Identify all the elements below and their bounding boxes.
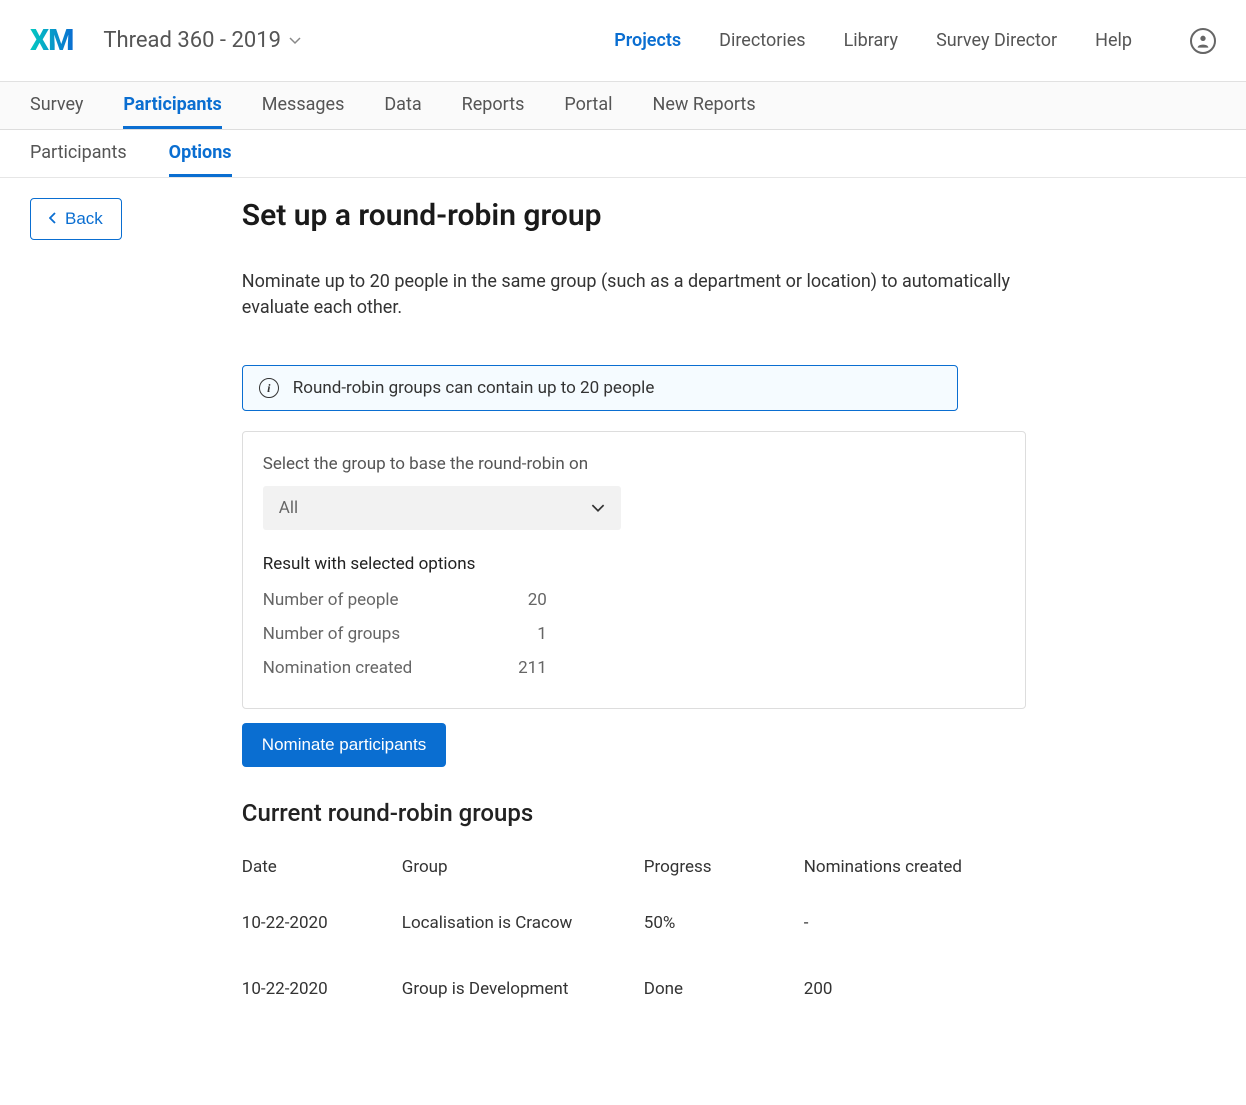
subtab-participants[interactable]: Participants bbox=[30, 130, 127, 177]
result-row-nominations: Nomination created 211 bbox=[263, 658, 1005, 678]
tab-participants[interactable]: Participants bbox=[123, 82, 221, 129]
nav-library[interactable]: Library bbox=[844, 30, 899, 51]
tab-messages[interactable]: Messages bbox=[262, 82, 345, 129]
cell-nominations: - bbox=[804, 913, 1004, 933]
main-panel: Set up a round-robin group Nominate up t… bbox=[242, 198, 1032, 1045]
info-banner: i Round-robin groups can contain up to 2… bbox=[242, 365, 958, 411]
table-row: 10-22-2020 Localisation is Cracow 50% - bbox=[242, 913, 1026, 933]
col-group: Group bbox=[402, 857, 644, 877]
project-switcher[interactable]: Thread 360 - 2019 bbox=[103, 28, 301, 53]
col-progress: Progress bbox=[644, 857, 804, 877]
content-area: Back Set up a round-robin group Nominate… bbox=[0, 178, 1246, 1105]
tab-portal[interactable]: Portal bbox=[564, 82, 612, 129]
cell-date: 10-22-2020 bbox=[242, 979, 402, 999]
cell-progress: 50% bbox=[644, 913, 804, 933]
project-name: Thread 360 - 2019 bbox=[103, 28, 281, 53]
top-nav: Projects Directories Library Survey Dire… bbox=[614, 28, 1216, 54]
cell-date: 10-22-2020 bbox=[242, 913, 402, 933]
tab-survey[interactable]: Survey bbox=[30, 82, 83, 129]
result-people-label: Number of people bbox=[263, 590, 513, 610]
current-groups-title: Current round-robin groups bbox=[242, 799, 1032, 827]
nav-survey-director[interactable]: Survey Director bbox=[936, 30, 1057, 51]
result-row-people: Number of people 20 bbox=[263, 590, 1005, 610]
cell-progress: Done bbox=[644, 979, 804, 999]
table-header: Date Group Progress Nominations created bbox=[242, 857, 1026, 877]
nav-projects[interactable]: Projects bbox=[614, 30, 681, 51]
nav-help[interactable]: Help bbox=[1095, 30, 1132, 51]
result-nominations-value: 211 bbox=[513, 658, 547, 678]
primary-tabs: Survey Participants Messages Data Report… bbox=[0, 82, 1246, 130]
select-label: Select the group to base the round-robin… bbox=[263, 454, 1005, 474]
result-groups-value: 1 bbox=[513, 624, 547, 644]
cell-group: Group is Development bbox=[402, 979, 644, 999]
logo: XM bbox=[30, 23, 73, 58]
nominate-button[interactable]: Nominate participants bbox=[242, 723, 446, 767]
result-row-groups: Number of groups 1 bbox=[263, 624, 1005, 644]
cell-group: Localisation is Cracow bbox=[402, 913, 644, 933]
chevron-left-icon bbox=[49, 212, 57, 227]
tab-new-reports[interactable]: New Reports bbox=[653, 82, 756, 129]
col-date: Date bbox=[242, 857, 402, 877]
tab-data[interactable]: Data bbox=[384, 82, 421, 129]
user-avatar-icon[interactable] bbox=[1190, 28, 1216, 54]
result-nominations-label: Nomination created bbox=[263, 658, 513, 678]
groups-table: Date Group Progress Nominations created … bbox=[242, 857, 1026, 999]
back-label: Back bbox=[65, 209, 103, 229]
chevron-down-icon bbox=[289, 33, 301, 49]
result-heading: Result with selected options bbox=[263, 554, 1005, 574]
result-groups-label: Number of groups bbox=[263, 624, 513, 644]
top-bar: XM Thread 360 - 2019 Projects Directorie… bbox=[0, 0, 1246, 82]
config-box: Select the group to base the round-robin… bbox=[242, 431, 1026, 709]
result-people-value: 20 bbox=[513, 590, 547, 610]
secondary-tabs: Participants Options bbox=[0, 130, 1246, 178]
col-nominations: Nominations created bbox=[804, 857, 1004, 877]
chevron-down-icon bbox=[591, 498, 605, 518]
table-row: 10-22-2020 Group is Development Done 200 bbox=[242, 979, 1026, 999]
info-icon: i bbox=[259, 378, 279, 398]
info-text: Round-robin groups can contain up to 20 … bbox=[293, 378, 655, 398]
subtab-options[interactable]: Options bbox=[169, 130, 232, 177]
tab-reports[interactable]: Reports bbox=[462, 82, 525, 129]
back-button[interactable]: Back bbox=[30, 198, 122, 240]
page-description: Nominate up to 20 people in the same gro… bbox=[242, 269, 1022, 321]
page-title: Set up a round-robin group bbox=[242, 198, 1032, 233]
nav-directories[interactable]: Directories bbox=[719, 30, 805, 51]
group-select-value: All bbox=[279, 498, 298, 518]
group-select[interactable]: All bbox=[263, 486, 621, 530]
cell-nominations: 200 bbox=[804, 979, 1004, 999]
